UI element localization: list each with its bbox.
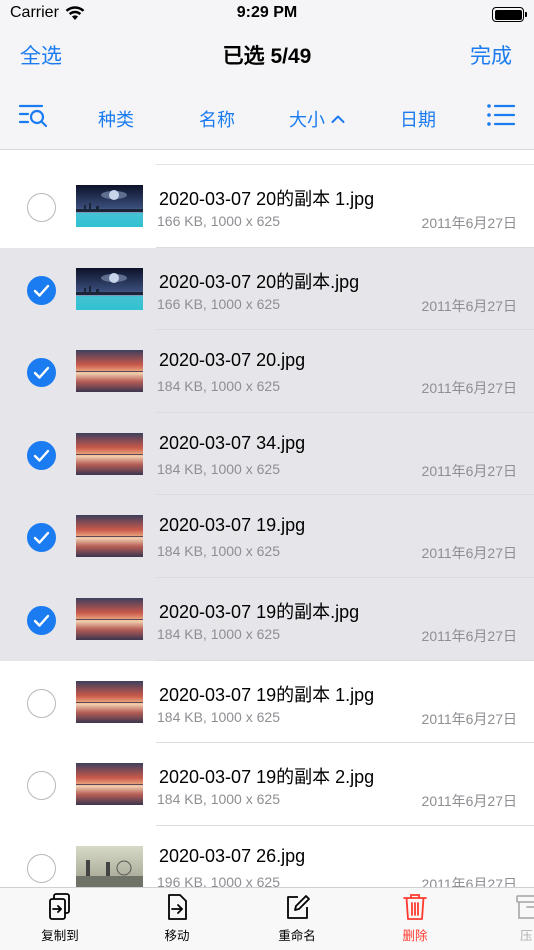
file-meta: 166 KB, 1000 x 625 <box>157 295 280 312</box>
sort-by-date-button[interactable]: 日期 <box>400 106 436 132</box>
compress-button[interactable]: 压 <box>496 892 534 944</box>
file-name: 2020-03-07 19的副本 2.jpg <box>159 767 375 788</box>
edit-icon <box>287 895 310 919</box>
unchecked-circle-icon[interactable] <box>27 193 56 222</box>
file-row[interactable]: 2020-03-07 19的副本 2.jpg 184 KB, 1000 x 625… <box>0 743 534 826</box>
file-date: 2011年6月27日 <box>421 380 517 397</box>
file-row[interactable]: 2020-03-07 34.jpg 184 KB, 1000 x 625 2011年… <box>0 412 534 496</box>
copy-to-icon <box>49 893 70 920</box>
trash-icon <box>403 894 427 920</box>
file-date: 2011年6月27日 <box>421 627 517 644</box>
navigation-bar: 全选 已选 5/49 完成 <box>0 28 534 84</box>
delete-button[interactable]: 删除 <box>375 892 455 944</box>
unchecked-circle-icon[interactable] <box>27 688 56 718</box>
file-meta: 184 KB, 1000 x 625 <box>157 625 280 642</box>
list-top-divider <box>156 150 534 165</box>
file-meta: 166 KB, 1000 x 625 <box>157 213 280 229</box>
file-row[interactable]: 2020-03-07 20.jpg 184 KB, 1000 x 625 2011年… <box>0 330 534 413</box>
image-thumbnail <box>76 680 143 723</box>
rename-button[interactable]: 重命名 <box>257 892 337 944</box>
checked-circle-icon[interactable] <box>27 605 56 635</box>
copy-to-button[interactable]: 复制到 <box>20 892 100 944</box>
file-date: 2011年6月27日 <box>421 462 517 479</box>
file-date: 2011年6月27日 <box>421 297 517 314</box>
status-time: 9:29 PM <box>236 4 298 21</box>
image-thumbnail <box>76 597 143 640</box>
file-row[interactable]: 2020-03-07 20的副本 1.jpg 166 KB, 1000 x 625… <box>0 165 534 248</box>
file-meta: 196 KB, 1000 x 625 <box>157 873 280 887</box>
file-name: 2020-03-07 20的副本.jpg <box>159 271 360 292</box>
done-button[interactable]: 完成 <box>470 40 512 70</box>
move-icon <box>168 894 187 920</box>
file-date: 2011年6月27日 <box>421 875 517 887</box>
image-thumbnail <box>76 350 143 393</box>
archive-icon <box>516 895 534 919</box>
file-date: 2011年6月27日 <box>421 710 517 727</box>
bottom-toolbar: 复制到 移动 重命名 删除 压 <box>0 887 534 950</box>
file-name: 2020-03-07 19的副本 1.jpg <box>159 684 375 705</box>
file-name: 2020-03-07 26.jpg <box>159 845 306 866</box>
file-date: 2011年6月27日 <box>421 793 517 810</box>
file-row[interactable]: 2020-03-07 19.jpg 184 KB, 1000 x 625 2011年… <box>0 495 534 578</box>
checked-circle-icon[interactable] <box>27 440 56 470</box>
unchecked-circle-icon[interactable] <box>27 771 56 801</box>
unchecked-circle-icon[interactable] <box>27 853 56 883</box>
file-row[interactable]: 2020-03-07 26.jpg 196 KB, 1000 x 625 2011年… <box>0 825 534 887</box>
file-meta: 184 KB, 1000 x 625 <box>157 543 280 560</box>
chevron-up-icon <box>331 115 345 123</box>
checked-circle-icon[interactable] <box>27 275 56 305</box>
file-name: 2020-03-07 19.jpg <box>159 515 306 536</box>
file-row[interactable]: 2020-03-07 20的副本.jpg 166 KB, 1000 x 625 20… <box>0 247 534 331</box>
file-row[interactable]: 2020-03-07 19的副本 1.jpg 184 KB, 1000 x 625… <box>0 660 534 744</box>
image-thumbnail <box>76 845 143 887</box>
file-name: 2020-03-07 19的副本.jpg <box>159 601 360 622</box>
image-thumbnail <box>76 432 143 475</box>
file-date: 2011年6月27日 <box>421 215 517 231</box>
image-thumbnail <box>76 763 143 806</box>
file-meta: 184 KB, 1000 x 625 <box>157 791 280 808</box>
image-thumbnail <box>76 185 143 227</box>
list-view-icon[interactable] <box>486 102 516 128</box>
file-meta: 184 KB, 1000 x 625 <box>157 378 280 395</box>
move-button[interactable]: 移动 <box>137 892 217 944</box>
selection-count-title: 已选 5/49 <box>222 45 312 68</box>
file-date: 2011年6月27日 <box>421 545 517 562</box>
sort-by-name-button[interactable]: 名称 <box>199 106 235 132</box>
image-thumbnail <box>76 515 143 558</box>
file-meta: 184 KB, 1000 x 625 <box>157 460 280 477</box>
file-name: 2020-03-07 34.jpg <box>159 432 306 453</box>
sort-by-size-button[interactable]: 大小 ^ <box>289 106 345 132</box>
file-name: 2020-03-07 20.jpg <box>159 350 306 371</box>
sort-bar: 种类 名称 大小 ^ 日期 <box>0 84 534 150</box>
battery-icon <box>492 7 527 22</box>
checked-circle-icon[interactable] <box>27 358 56 388</box>
image-thumbnail <box>76 267 143 310</box>
status-bar: Carrier 9:29 PM <box>0 0 534 28</box>
filter-search-icon[interactable] <box>18 102 48 128</box>
file-row[interactable]: 2020-03-07 19的副本.jpg 184 KB, 1000 x 625 20… <box>0 577 534 661</box>
file-meta: 184 KB, 1000 x 625 <box>157 708 280 725</box>
file-list[interactable]: 2020-03-07 20的副本 1.jpg 166 KB, 1000 x 625… <box>0 150 534 887</box>
sort-by-kind-button[interactable]: 种类 <box>98 106 134 132</box>
file-name: 2020-03-07 20的副本 1.jpg <box>159 189 375 209</box>
checked-circle-icon[interactable] <box>27 523 56 553</box>
